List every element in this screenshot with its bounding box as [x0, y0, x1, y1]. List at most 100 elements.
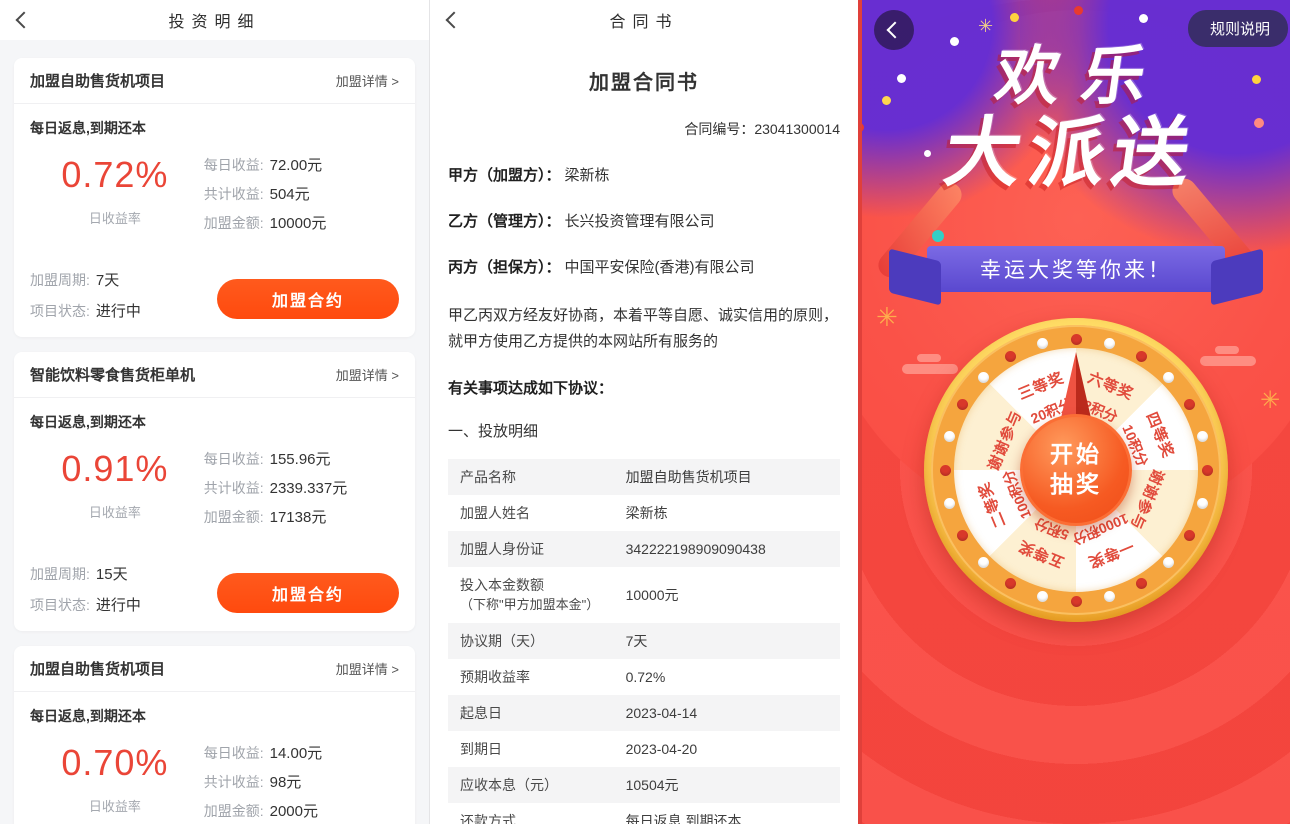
ring-dot-decoration [943, 498, 955, 510]
investment-card: 加盟自助售货机项目 加盟详情 > 每日返息,到期还本 0.72% 日收益率 每日… [14, 58, 415, 337]
rules-button[interactable]: 规则说明 [1187, 10, 1288, 47]
period-label: 加盟周期: [30, 272, 90, 288]
daily-income-label: 每日收益: [203, 157, 264, 173]
daily-income-label: 每日收益: [203, 451, 264, 467]
contract-table: 产品名称 加盟自助售货机项目 加盟人姓名 梁新栋 加盟人身份证 3422221989090… [448, 459, 840, 824]
contract-heading: 加盟合同书 [589, 72, 699, 94]
amount-label: 加盟金额: [203, 509, 264, 525]
investment-header: 投资明细 [0, 0, 429, 40]
contract-header: 合同书 [430, 0, 858, 40]
daily-rate-label: 日收益率 [88, 211, 141, 226]
contract-row-label: 还款方式 [460, 813, 516, 824]
ring-dot-decoration [957, 530, 969, 541]
page-title: 合同书 [609, 14, 679, 31]
segment-name: 谢谢参与 [1127, 466, 1168, 533]
total-income-label: 共计收益: [203, 480, 264, 496]
contract-row-value: 10000元 [625, 587, 679, 603]
contract-row-value: 2023-04-14 [625, 705, 698, 721]
contract-table-row: 加盟人姓名 梁新栋 [448, 495, 840, 531]
total-income-label: 共计收益: [203, 774, 264, 790]
card-body: 每日返息,到期还本 0.72% 日收益率 每日收益: 72.00元 共计收益: 50… [14, 104, 415, 337]
contract-panel: 合同书 加盟合同书 合同编号：23041300014 甲方（加盟方）： 梁新栋 乙… [430, 0, 862, 824]
daily-rate-value: 0.91% [61, 448, 169, 489]
ring-dot-decoration [1197, 498, 1209, 510]
contract-table-row: 还款方式 每日返息,到期还本 [448, 803, 840, 824]
contract-row-value: 2023-04-20 [625, 741, 698, 757]
ring-dot-decoration [1070, 595, 1082, 607]
party-c-label: 丙方（担保方）： [448, 259, 561, 276]
dot-decoration [932, 230, 944, 242]
firework-icon: ✳ [978, 16, 994, 36]
section-1-title: 一、投放明细 [448, 423, 539, 440]
ring-dot-decoration [1005, 577, 1016, 589]
ring-dot-decoration [1136, 577, 1147, 589]
ring-dot-decoration [939, 464, 951, 476]
project-detail-link[interactable]: 加盟详情 > [336, 659, 399, 678]
project-detail-link[interactable]: 加盟详情 > [336, 71, 399, 90]
contract-table-row: 起息日 2023-04-14 [448, 695, 840, 731]
segment-name: 三等奖 [1015, 369, 1067, 404]
contract-row-label: 到期日 [460, 741, 502, 757]
contract-row-label: 起息日 [460, 705, 502, 721]
contract-intro: 甲乙丙双方经友好协商，本着平等自愿、诚实信用的原则，就甲方使用乙方提供的本网站所… [448, 307, 839, 350]
project-name: 智能饮料零食售货柜单机 [30, 367, 196, 384]
contract-body: 加盟合同书 合同编号：23041300014 甲方（加盟方）： 梁新栋 乙方（管理… [430, 66, 858, 824]
ring-dot-decoration [1201, 464, 1213, 476]
ring-dot-decoration [1197, 430, 1209, 442]
investment-card-list: 加盟自助售货机项目 加盟详情 > 每日返息,到期还本 0.72% 日收益率 每日… [0, 40, 429, 824]
contract-number: 合同编号：23041300014 [448, 119, 840, 139]
daily-income-value: 72.00元 [269, 157, 323, 174]
back-button[interactable] [874, 10, 914, 50]
contract-button[interactable]: 加盟合约 [217, 573, 399, 613]
contract-row-label: 应收本息（元） [460, 777, 558, 793]
ring-dot-decoration [1163, 557, 1175, 569]
firework-icon: ✳ [1260, 387, 1281, 414]
ring-dot-decoration [957, 399, 969, 410]
start-draw-button[interactable]: 开始抽奖 [1020, 414, 1132, 526]
amount-label: 加盟金额: [203, 215, 264, 231]
segment-name: 四等奖 [1142, 409, 1177, 461]
contract-row-sublabel: （下称"甲方加盟本金"） [460, 597, 600, 612]
page-title: 投资明细 [168, 14, 261, 31]
contract-table-row: 应收本息（元） 10504元 [448, 767, 840, 803]
contract-row-value: 342222198909090438 [625, 541, 766, 557]
ring-dot-decoration [1163, 371, 1175, 383]
investment-panel: 投资明细 加盟自助售货机项目 加盟详情 > 每日返息,到期还本 0.72% 日收… [0, 0, 430, 824]
contract-table-row: 投入本金数额 （下称"甲方加盟本金"） 10000元 [448, 567, 840, 623]
promo-title-line1: 欢乐 [990, 40, 1174, 112]
ring-dot-decoration [1136, 351, 1147, 363]
total-income-value: 98元 [269, 774, 302, 791]
daily-rate-value: 0.70% [61, 742, 169, 783]
ring-dot-decoration [1036, 337, 1048, 349]
card-body: 每日返息,到期还本 0.91% 日收益率 每日收益: 155.96元 共计收益: 2… [14, 398, 415, 631]
repay-mode: 每日返息,到期还本 [30, 120, 146, 136]
contract-button[interactable]: 加盟合约 [217, 279, 399, 319]
daily-rate-value: 0.72% [61, 154, 169, 195]
segment-name: 二等奖 [975, 479, 1010, 531]
project-detail-link[interactable]: 加盟详情 > [336, 365, 399, 384]
back-icon[interactable] [445, 11, 463, 29]
daily-rate-label: 日收益率 [88, 799, 141, 814]
back-icon[interactable] [15, 11, 33, 29]
lucky-draw-panel: ✳ ✳ ✳ 规则说明 欢乐 大派送 幸运大奖等你来！ 六等奖 2积分 四等奖 10积分… [862, 0, 1290, 824]
repay-mode: 每日返息,到期还本 [30, 708, 146, 724]
party-a-label: 甲方（加盟方）： [448, 167, 561, 184]
investment-card: 加盟自助售货机项目 加盟详情 > 每日返息,到期还本 0.70% 日收益率 每日… [14, 646, 415, 824]
card-header: 加盟自助售货机项目 加盟详情 > [14, 646, 415, 692]
card-body: 每日返息,到期还本 0.70% 日收益率 每日收益: 14.00元 共计收益: 98… [14, 692, 415, 824]
ring-dot-decoration [977, 371, 989, 383]
contract-table-row: 到期日 2023-04-20 [448, 731, 840, 767]
ring-dot-decoration [1104, 591, 1116, 603]
daily-income-label: 每日收益: [203, 745, 264, 761]
total-income-value: 504元 [269, 186, 310, 203]
contract-table-row: 产品名称 加盟自助售货机项目 [448, 459, 840, 495]
total-income-label: 共计收益: [203, 186, 264, 202]
contract-row-value: 7天 [625, 633, 648, 649]
repay-mode: 每日返息,到期还本 [30, 414, 146, 430]
prize-wheel: 六等奖 2积分 四等奖 10积分 谢谢参与 一等奖 1000积分 五等奖 5积分 二等奖 100积分… [924, 318, 1228, 622]
agreement-line: 有关事项达成如下协议： [448, 380, 614, 397]
ring-dot-decoration [1036, 591, 1048, 603]
project-name: 加盟自助售货机项目 [30, 73, 166, 90]
status-value: 进行中 [95, 597, 141, 614]
amount-value: 2000元 [269, 803, 318, 820]
